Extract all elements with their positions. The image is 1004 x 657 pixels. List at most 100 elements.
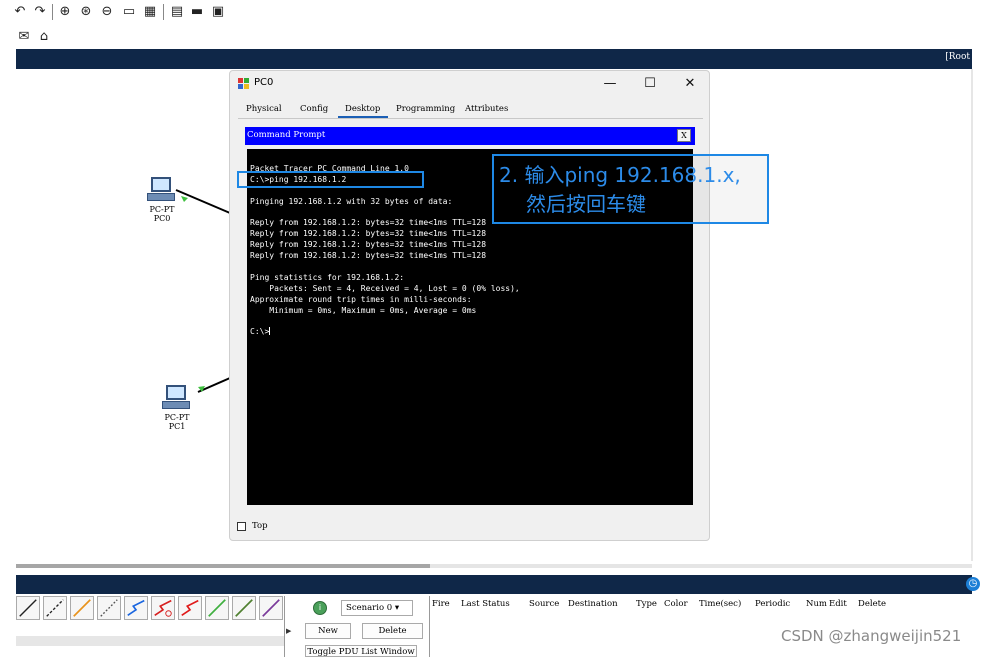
realtime-bar: [16, 575, 972, 594]
chevron-down-icon: ▾: [394, 603, 400, 613]
crossover-cable-icon[interactable]: [97, 596, 121, 620]
auto-connection-icon[interactable]: [16, 596, 40, 620]
rectangle-icon[interactable]: ▭: [122, 5, 136, 19]
callout-line-1: 2. 输入ping 192.168.1.x,: [499, 163, 741, 187]
pdu-col-delete[interactable]: Delete: [858, 599, 886, 609]
scenario-select-value: Scenario 0: [346, 603, 393, 613]
tab-physical[interactable]: Physical: [246, 104, 282, 114]
tabs-divider: [238, 118, 703, 119]
straight-through-cable-icon[interactable]: [70, 596, 94, 620]
connection-tools: [16, 596, 284, 624]
terminal-line: Minimum = 0ms, Maximum = 0ms, Average = …: [250, 305, 477, 315]
terminal-line: Reply from 192.168.1.2: bytes=32 time<1m…: [250, 240, 487, 250]
workspace-scrollbar[interactable]: [971, 69, 973, 561]
root-label[interactable]: [Root: [945, 52, 970, 62]
link-status-pc0: [181, 196, 188, 202]
pc0-window: PC0 — ☐ ✕ Physical Config Desktop Progra…: [229, 70, 710, 541]
tab-programming[interactable]: Programming: [396, 104, 455, 114]
watermark: CSDN @zhangweijin521: [781, 627, 962, 645]
pdu-col-last-status[interactable]: Last Status: [461, 599, 510, 609]
terminal-line: Packets: Sent = 4, Received = 4, Lost = …: [250, 283, 520, 293]
toolbar-separator: [163, 4, 164, 20]
pdu-col-fire[interactable]: Fire: [432, 599, 450, 609]
zoom-in-icon[interactable]: ⊕: [58, 5, 72, 19]
realtime-clock-icon[interactable]: ◷: [966, 577, 980, 591]
redo-icon[interactable]: ↷: [33, 5, 47, 19]
octal-cable-icon[interactable]: [259, 596, 283, 620]
new-scenario-button[interactable]: New: [305, 623, 351, 639]
terminal-line: Reply from 192.168.1.2: bytes=32 time<1m…: [250, 251, 487, 261]
undo-icon[interactable]: ↶: [13, 5, 27, 19]
pdu-col-time[interactable]: Time(sec): [699, 599, 741, 609]
zoom-reset-icon[interactable]: ⊛: [79, 5, 93, 19]
pdu-col-source[interactable]: Source: [529, 599, 559, 609]
pdu-col-num[interactable]: Num: [806, 599, 827, 609]
secondary-toolbar: ✉ ⌂: [0, 28, 80, 46]
logical-workspace-bar: [Root: [16, 49, 972, 69]
tab-desktop[interactable]: Desktop: [345, 104, 380, 114]
window-titlebar[interactable]: PC0 — ☐ ✕: [230, 71, 709, 97]
pc0-device[interactable]: PC-PT PC0: [142, 177, 182, 223]
terminal-line: Reply from 192.168.1.2: bytes=32 time<1m…: [250, 229, 487, 239]
serial-dte-cable-icon[interactable]: [151, 596, 175, 620]
note-icon[interactable]: ▤: [170, 5, 184, 19]
command-prompt-title: Command Prompt: [247, 130, 326, 140]
terminal-line: Pinging 192.168.1.2 with 32 bytes of dat…: [250, 196, 453, 206]
expand-arrow-icon[interactable]: ▶: [286, 627, 291, 635]
delete-scenario-button[interactable]: Delete: [362, 623, 423, 639]
terminal-line: Reply from 192.168.1.2: bytes=32 time<1m…: [250, 218, 487, 228]
fiber-cable-icon[interactable]: [205, 596, 229, 620]
palette-icon[interactable]: ▬: [190, 5, 204, 19]
terminal-prompt-line[interactable]: C:\>: [250, 327, 520, 338]
coaxial-cable-icon[interactable]: [232, 596, 256, 620]
horizontal-scrollbar-thumb[interactable]: [16, 564, 430, 568]
scenario-icon: i: [313, 601, 327, 615]
toggle-pdu-list-button[interactable]: Toggle PDU List Window: [305, 645, 417, 657]
console-cable-icon[interactable]: [43, 596, 67, 620]
command-prompt-close-button[interactable]: X: [677, 129, 691, 142]
tab-attributes[interactable]: Attributes: [465, 104, 508, 114]
tab-config[interactable]: Config: [300, 104, 328, 114]
pc1-device[interactable]: PC-PT PC1: [157, 385, 197, 431]
pdu-col-edit[interactable]: Edit: [829, 599, 847, 609]
top-checkbox-label: Top: [252, 521, 268, 531]
callout-line-2: 然后按回车键: [526, 192, 646, 216]
ping-command-highlight: [237, 171, 424, 188]
maximize-button[interactable]: ☐: [635, 74, 665, 94]
pdu-col-destination[interactable]: Destination: [568, 599, 618, 609]
instruction-callout: 2. 输入ping 192.168.1.x, 然后按回车键: [492, 154, 769, 224]
grid-icon[interactable]: ▦: [143, 5, 157, 19]
minimize-button[interactable]: —: [595, 74, 625, 94]
pc-icon: [147, 177, 177, 203]
pdu-col-color[interactable]: Color: [664, 599, 688, 609]
image-icon[interactable]: ▣: [211, 5, 225, 19]
pc1-name-label: PC1: [168, 422, 186, 431]
tools-scrollbar[interactable]: [16, 636, 284, 646]
serial-dce-cable-icon[interactable]: [124, 596, 148, 620]
text-cursor: [269, 327, 271, 336]
panel-divider: [429, 596, 430, 657]
window-title: PC0: [254, 77, 274, 88]
phone-cable-icon[interactable]: [178, 596, 202, 620]
scenario-select[interactable]: Scenario 0 ▾: [341, 600, 413, 616]
pc1-type-label: PC-PT: [164, 413, 190, 422]
terminal-line: Ping statistics for 192.168.1.2:: [250, 272, 405, 282]
pdu-col-type[interactable]: Type: [636, 599, 657, 609]
open-mail-icon[interactable]: ⌂: [37, 30, 51, 44]
terminal-output: Packet Tracer PC Command Line 1.0 C:\>pi…: [250, 164, 520, 338]
top-checkbox[interactable]: [237, 522, 246, 531]
mail-icon[interactable]: ✉: [17, 30, 31, 44]
terminal-prompt: C:\>: [250, 327, 270, 337]
pc0-type-label: PC-PT: [149, 205, 175, 214]
zoom-out-icon[interactable]: ⊖: [100, 5, 114, 19]
pc-icon: [162, 385, 192, 411]
terminal-line: Approximate round trip times in milli-se…: [250, 294, 472, 304]
panel-divider: [284, 596, 285, 657]
pc0-name-label: PC0: [153, 214, 171, 223]
command-prompt-titlebar: Command Prompt X: [245, 127, 695, 145]
close-button[interactable]: ✕: [675, 74, 705, 94]
pdu-col-periodic[interactable]: Periodic: [755, 599, 790, 609]
